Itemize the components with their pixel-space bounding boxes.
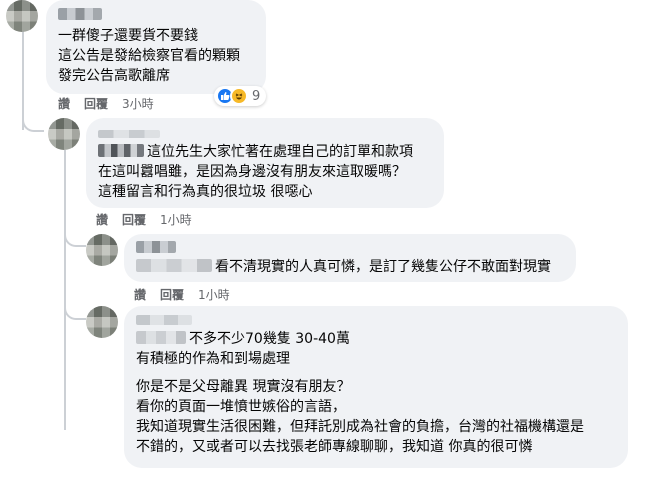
reaction-summary[interactable]: 9 [214, 86, 267, 106]
avatar[interactable] [6, 0, 38, 32]
comment-text-line: 這位先生大家忙著在處理自己的訂單和款項 [147, 144, 413, 160]
comment-text-line: 看不清現實的人真可憐，是訂了幾隻公仔不敢面對現實 [215, 259, 551, 275]
comment-text-line: 不錯的，又或者可以去找張老師專線聊聊，我知道 你真的很可憐 [136, 439, 533, 455]
comment-text-line: 你是不是父母離異 現實沒有朋友？ [136, 379, 351, 395]
reply-button[interactable]: 回覆 [84, 97, 108, 111]
commenter-name[interactable] [58, 6, 254, 26]
comment-actions: 讚回覆 1小時 [134, 287, 230, 303]
commenter-name[interactable] [136, 239, 564, 257]
like-button[interactable]: 讚 [134, 288, 146, 302]
comment-text-line: 一群傻子還要貨不要錢 [58, 28, 198, 44]
tagged-user[interactable] [136, 331, 186, 344]
timestamp[interactable]: 3小時 [122, 97, 154, 111]
comment-bubble: 這位先生大家忙著在處理自己的訂單和款項 在這叫囂唱雖，是因為身邊沒有朋友來這取暖… [86, 118, 444, 208]
comment-text-line: 有積極的作為和到場處理 [136, 351, 290, 367]
thread-connector [64, 225, 86, 247]
avatar[interactable] [86, 234, 118, 266]
thread-connector [22, 110, 44, 132]
comment-bubble: 不多不少70幾隻 30-40萬 有積極的作為和到場處理 你是不是父母離異 現實沒… [124, 306, 628, 468]
comment-text-line: 發完公告高歌離席 [58, 68, 170, 84]
comment-bubble: 一群傻子還要貨不要錢 這公告是發給檢察官看的顆顆 發完公告高歌離席 [46, 0, 266, 94]
comment-text-line: 我知道現實生活很困難，但拜託別成為社會的負擔，台灣的社福機構還是 [136, 419, 584, 435]
comment-actions: 讚回覆 3小時 [58, 96, 154, 112]
thread-connector [64, 298, 86, 320]
reply-button[interactable]: 回覆 [160, 288, 184, 302]
reaction-count: 9 [252, 88, 261, 104]
like-button[interactable]: 讚 [96, 213, 108, 227]
tagged-user[interactable] [98, 144, 144, 157]
comment-text-line: 這種留言和行為真的很垃圾 很噁心 [98, 184, 313, 200]
like-button[interactable]: 讚 [58, 97, 70, 111]
thread-line [64, 150, 66, 430]
commenter-name[interactable] [136, 311, 616, 329]
haha-icon [230, 87, 248, 105]
comment-text-line: 在這叫囂唱雖，是因為身邊沒有朋友來這取暖嗎？ [98, 164, 406, 180]
avatar[interactable] [48, 118, 80, 150]
timestamp[interactable]: 1小時 [198, 288, 230, 302]
comment-bubble: 看不清現實的人真可憐，是訂了幾隻公仔不敢面對現實 [124, 234, 576, 282]
comment-text-line: 看你的頁面一堆憤世嫉俗的言語， [136, 399, 346, 415]
comment-text-line: 這公告是發給檢察官看的顆顆 [58, 48, 240, 64]
reply-button[interactable]: 回覆 [122, 213, 146, 227]
comment-text-line: 不多不少70幾隻 30-40萬 [189, 331, 350, 347]
avatar[interactable] [86, 306, 118, 338]
timestamp[interactable]: 1小時 [160, 213, 192, 227]
commenter-name[interactable] [98, 124, 432, 142]
comment-actions: 讚回覆 1小時 [96, 212, 192, 228]
tagged-user[interactable] [136, 259, 212, 272]
